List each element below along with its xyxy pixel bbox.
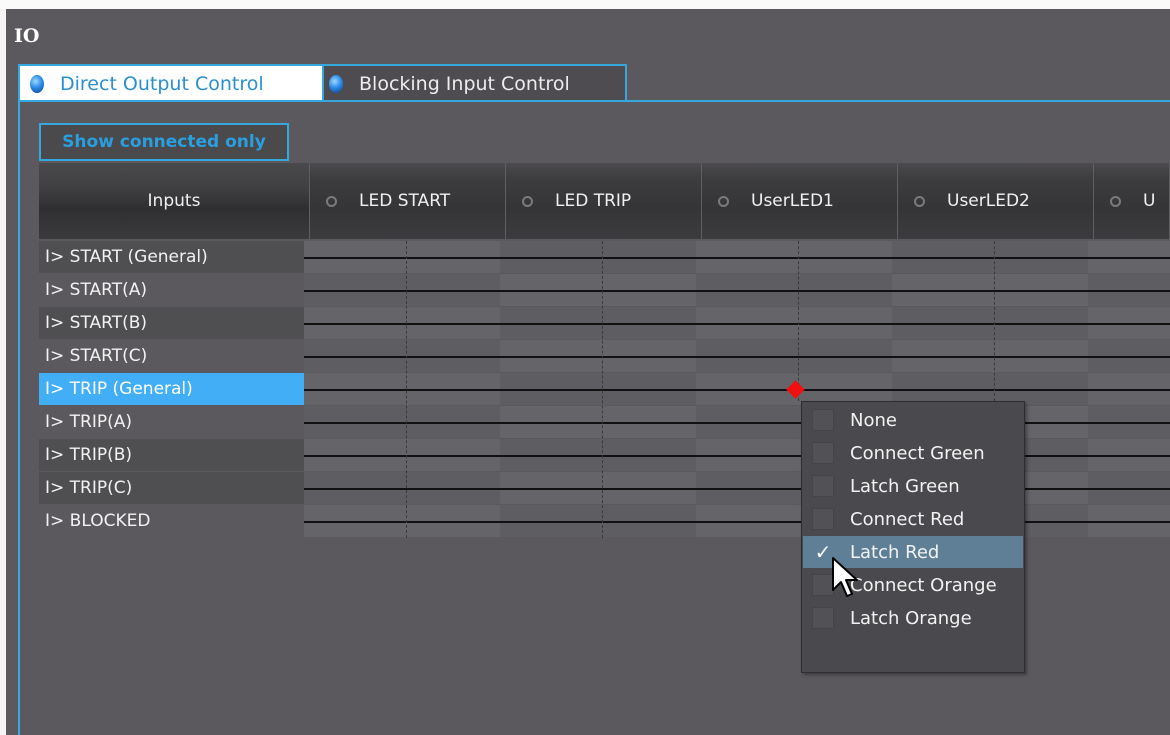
connection-line [304,290,1170,292]
menu-item-label: Connect Red [850,508,965,530]
row-label[interactable]: I> TRIP(B) [39,439,304,471]
column-header-userled2[interactable]: UserLED2 [898,163,1094,239]
menu-item-none[interactable]: None [803,404,1023,436]
connection-line [304,422,1170,424]
led-off-icon [326,195,337,207]
tab-direct-output-control[interactable]: Direct Output Control [18,64,324,101]
row-label[interactable]: I> BLOCKED [39,505,304,537]
column-header-label: LED TRIP [555,191,632,211]
connection-line [304,455,1170,457]
window-frame-top [0,0,1170,9]
led-off-icon [522,195,533,207]
connection-line [304,488,1170,490]
connection-line [304,389,1170,391]
column-header-label: UserLED2 [947,191,1030,211]
matrix-row: I> START(C) [39,340,1170,373]
connection-line [304,521,1170,523]
row-label[interactable]: I> TRIP(A) [39,406,304,438]
matrix-row: I> START(A) [39,274,1170,307]
row-label[interactable]: I> START (General) [39,241,304,273]
column-header-label: UserLED1 [751,191,834,211]
checkbox-icon [812,409,834,431]
connection-line [304,356,1170,358]
menu-item-connect-red[interactable]: Connect Red [803,503,1023,535]
menu-item-latch-orange[interactable]: Latch Orange [803,602,1023,634]
row-label[interactable]: I> START(B) [39,307,304,339]
column-header-led-trip[interactable]: LED TRIP [506,163,702,239]
row-label[interactable]: I> START(A) [39,274,304,306]
column-header-label: U [1143,191,1156,211]
menu-item-label: Connect Orange [850,574,997,596]
page-title: IO [14,25,40,47]
menu-item-label: Connect Green [850,442,985,464]
matrix-row: I> START (General) [39,241,1170,274]
tab-blocking-input-control[interactable]: Blocking Input Control [324,64,627,101]
menu-item-label: None [850,409,897,431]
connection-line [304,257,1170,259]
led-off-icon [914,195,925,207]
menu-item-latch-green[interactable]: Latch Green [803,470,1023,502]
blue-led-icon [30,74,44,93]
column-divider [798,241,799,401]
column-header-partial[interactable]: U [1094,163,1170,239]
column-divider [406,241,407,538]
column-header-led-start[interactable]: LED START [310,163,506,239]
panel-border [18,100,20,735]
connection-context-menu: None Connect Green Latch Green Connect R… [801,401,1025,673]
row-label[interactable]: I> START(C) [39,340,304,372]
column-divider [994,241,995,401]
column-header-label: LED START [359,191,451,211]
column-divider [602,241,603,538]
led-off-icon [1110,195,1121,207]
row-label[interactable]: I> TRIP (General) [39,373,304,405]
menu-item-label: Latch Orange [850,607,972,629]
menu-item-connect-green[interactable]: Connect Green [803,437,1023,469]
checkbox-icon [812,475,834,497]
matrix-header: Inputs LED START LED TRIP UserLED1 UserL… [39,163,1170,239]
window-frame-left [0,9,6,735]
tab-strip-border [20,100,1170,102]
blue-led-icon [329,74,343,93]
menu-item-label: Latch Green [850,475,960,497]
inputs-header-label: Inputs [147,191,201,211]
checkbox-icon [812,607,834,629]
show-connected-only-button[interactable]: Show connected only [39,123,289,161]
tab-label: Blocking Input Control [359,72,570,95]
column-header-userled1[interactable]: UserLED1 [702,163,898,239]
checkbox-icon [812,442,834,464]
inputs-column-header: Inputs [39,163,310,239]
row-label[interactable]: I> TRIP(C) [39,472,304,504]
connection-line [304,323,1170,325]
tab-label: Direct Output Control [60,72,264,95]
mouse-cursor-icon [832,557,858,597]
checkbox-icon [812,508,834,530]
matrix-row: I> START(B) [39,307,1170,340]
led-off-icon [718,195,729,207]
